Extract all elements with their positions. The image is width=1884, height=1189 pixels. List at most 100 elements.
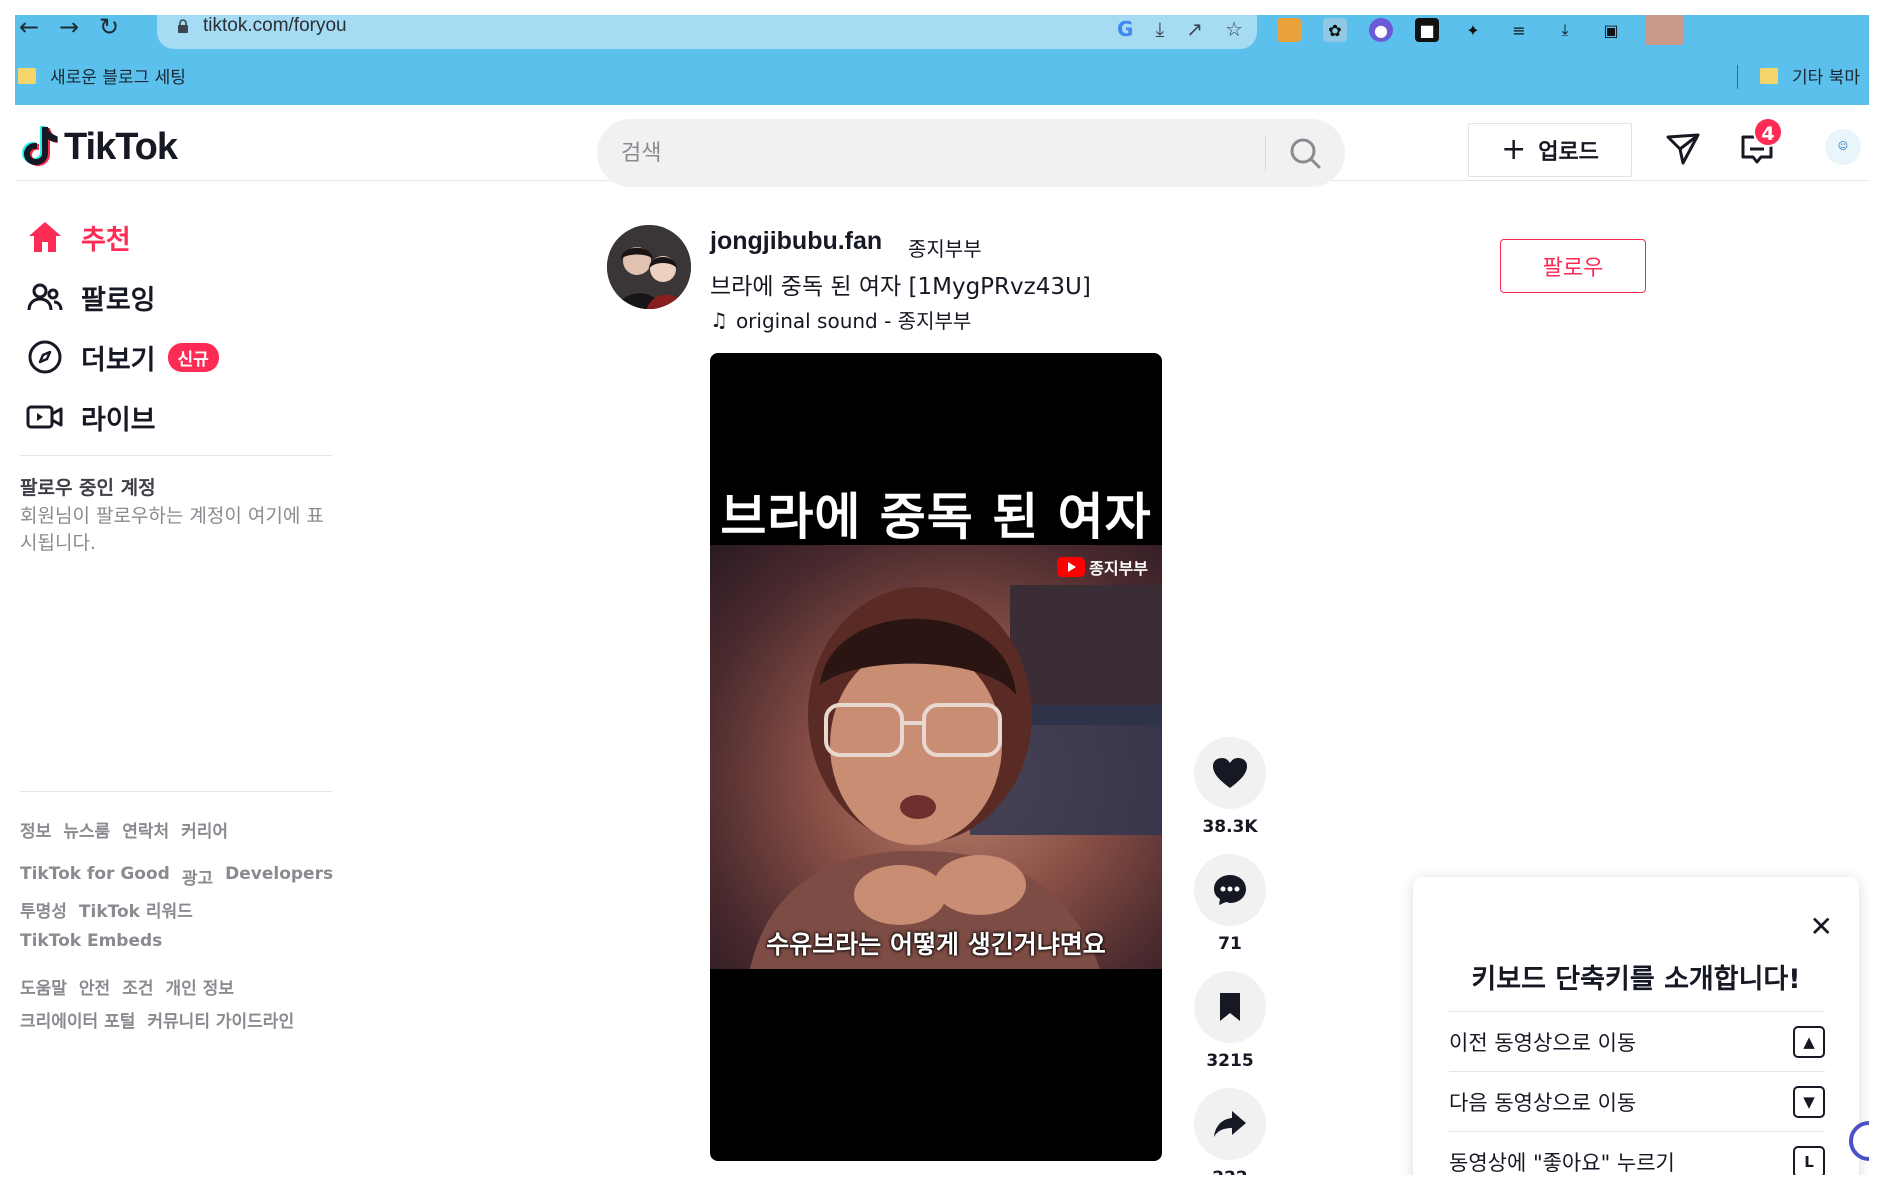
tiktok-logo[interactable]: TikTok	[20, 125, 178, 169]
follow-button[interactable]: 팔로우	[1500, 239, 1646, 293]
search-bar[interactable]	[597, 119, 1345, 187]
footer-link[interactable]: 뉴스룸	[63, 817, 110, 842]
sidebar-item-explore[interactable]: 더보기 신규	[25, 337, 219, 377]
sidebar-divider	[20, 455, 332, 456]
creator-username[interactable]: jongjibubu.fan	[710, 227, 882, 256]
back-arrow-icon[interactable]: ←	[15, 15, 43, 43]
bookmark-label: 새로운 블로그 세팅	[50, 68, 186, 88]
video-player[interactable]: 브라에 중독 된 여자 종지부부 수유브라는 어떻게 생긴거냐면요	[710, 353, 1162, 1161]
address-bar[interactable]: tiktok.com/foryou G ⤓ ↗ ☆	[157, 15, 1257, 49]
like-action[interactable]: 38.3K	[1190, 737, 1270, 837]
footer-link[interactable]: 연락처	[122, 817, 169, 842]
shortcut-label: 이전 동영상으로 이동	[1449, 1030, 1637, 1055]
search-icon[interactable]	[1279, 129, 1333, 177]
share-arrow-icon[interactable]	[1194, 1088, 1266, 1160]
share-count: 222	[1190, 1168, 1270, 1175]
close-icon[interactable]: ✕	[1810, 913, 1833, 941]
footer-link[interactable]: 개인 정보	[165, 974, 233, 999]
google-icon[interactable]: G	[1117, 17, 1133, 41]
footer-links-row: TikTok Embeds	[20, 931, 162, 951]
footer-link[interactable]: 크리에이터 포털	[20, 1007, 135, 1032]
sidebar-item-label: 더보기	[81, 344, 156, 376]
footer-links-row: 크리에이터 포털 커뮤니티 가이드라인	[20, 1007, 294, 1032]
l-key-icon: L	[1793, 1145, 1825, 1175]
footer-link[interactable]: TikTok for Good	[20, 864, 170, 889]
save-count: 3215	[1206, 1051, 1254, 1071]
other-bookmarks[interactable]: 기타 북마	[1760, 63, 1860, 88]
extension-openai-icon[interactable]: ✿	[1323, 18, 1347, 42]
comment-icon[interactable]	[1194, 854, 1266, 926]
music-label: original sound - 종지부부	[735, 309, 972, 333]
site-header: TikTok + 업로드 4 ☺	[15, 105, 1869, 187]
sidebar: 추천 팔로잉 더보기 신규 라이브 팔로우 중인 계정 회원님이 팔로우하는 계…	[15, 181, 335, 1175]
video-subtitle: 수유브라는 어떻게 생긴거냐면요	[766, 930, 1106, 959]
footer-link[interactable]: TikTok Embeds	[20, 931, 162, 951]
side-panel-icon[interactable]: ▣	[1599, 18, 1623, 42]
install-icon[interactable]: ⤓	[1155, 17, 1164, 41]
watermark-label: 종지부부	[1089, 559, 1148, 578]
footer-link[interactable]: 광고	[182, 864, 213, 889]
search-input[interactable]	[621, 133, 1221, 173]
footer-link[interactable]: 투명성	[20, 897, 67, 922]
shortcut-row: 이전 동영상으로 이동 ▲	[1449, 1011, 1825, 1071]
footer-link[interactable]: 조건	[122, 974, 153, 999]
search-divider	[1265, 135, 1266, 171]
star-icon[interactable]: ☆	[1225, 17, 1243, 41]
sidebar-item-following[interactable]: 팔로잉	[25, 277, 156, 317]
extension-ghost-icon[interactable]: ●	[1369, 18, 1393, 42]
sidebar-item-live[interactable]: 라이브	[25, 397, 156, 437]
footer-link[interactable]: TikTok 리워드	[79, 897, 193, 922]
compass-icon	[25, 337, 65, 377]
bookmark-item[interactable]: 새로운 블로그 세팅	[18, 63, 186, 88]
new-badge: 신규	[167, 342, 219, 372]
share-action[interactable]: 222	[1190, 1088, 1270, 1175]
messages-send-icon[interactable]	[1663, 129, 1703, 169]
bookmark-icon[interactable]	[1194, 971, 1266, 1043]
reload-icon[interactable]: ↻	[95, 15, 123, 43]
url-text[interactable]: tiktok.com/foryou	[203, 15, 347, 37]
creator-avatar[interactable]	[607, 225, 691, 309]
music-note-icon: ♫	[710, 307, 728, 332]
home-icon	[25, 217, 65, 257]
music-link[interactable]: ♫ original sound - 종지부부	[710, 305, 971, 334]
footer-link[interactable]: 커뮤니티 가이드라인	[147, 1007, 294, 1032]
heart-icon[interactable]	[1194, 737, 1266, 809]
bookmark-label: 기타 북마	[1792, 68, 1860, 88]
extension-globe-icon[interactable]	[1277, 18, 1301, 42]
sidebar-item-label: 팔로잉	[81, 284, 156, 316]
creator-nickname[interactable]: 종지부부	[908, 233, 982, 262]
extension-dark-icon[interactable]: ■	[1415, 18, 1439, 42]
footer-links-row: 투명성 TikTok 리워드	[20, 897, 193, 922]
arrow-up-key-icon: ▲	[1793, 1025, 1825, 1058]
share-icon[interactable]: ↗	[1186, 17, 1203, 41]
footer-links-row: 정보 뉴스룸 연락처 커리어	[20, 817, 228, 842]
following-accounts-title: 팔로우 중인 계정	[20, 477, 156, 499]
arrow-down-key-icon: ▼	[1793, 1085, 1825, 1118]
browser-profile-avatar[interactable]	[1645, 15, 1683, 45]
folder-icon	[18, 67, 36, 84]
comment-action[interactable]: 71	[1190, 854, 1270, 954]
footer-link[interactable]: 커리어	[181, 817, 228, 842]
browser-window: ← → ↻ tiktok.com/foryou G ⤓ ↗ ☆ ✿ ● ■ ✦ …	[15, 15, 1869, 1175]
footer-links-row: 도움말 안전 조건 개인 정보	[20, 974, 234, 999]
upload-button[interactable]: + 업로드	[1468, 123, 1632, 177]
shortcut-row: 동영상에 "좋아요" 누르기 L	[1449, 1131, 1825, 1175]
footer-link[interactable]: Developers	[225, 864, 333, 889]
footer-link[interactable]: 안전	[79, 974, 110, 999]
profile-avatar-icon[interactable]: ☺	[1825, 129, 1861, 165]
tiktok-note-icon	[22, 126, 58, 166]
download-icon[interactable]: ⤓	[1553, 18, 1577, 42]
footer-link[interactable]: 도움말	[20, 974, 67, 999]
sidebar-item-for-you[interactable]: 추천	[25, 217, 131, 257]
sidebar-item-label: 추천	[81, 224, 131, 256]
shortcut-label: 동영상에 "좋아요" 누르기	[1449, 1150, 1675, 1175]
footer-link[interactable]: 정보	[20, 817, 51, 842]
media-queue-icon[interactable]: ≡	[1507, 18, 1531, 42]
forward-arrow-icon[interactable]: →	[55, 15, 83, 43]
extensions-puzzle-icon[interactable]: ✦	[1461, 18, 1485, 42]
popup-title: 키보드 단축키를 소개합니다!	[1471, 964, 1801, 995]
save-action[interactable]: 3215	[1190, 971, 1270, 1071]
plus-icon: +	[1501, 132, 1527, 167]
comment-count: 71	[1218, 934, 1242, 954]
shortcut-row: 다음 동영상으로 이동 ▼	[1449, 1071, 1825, 1131]
